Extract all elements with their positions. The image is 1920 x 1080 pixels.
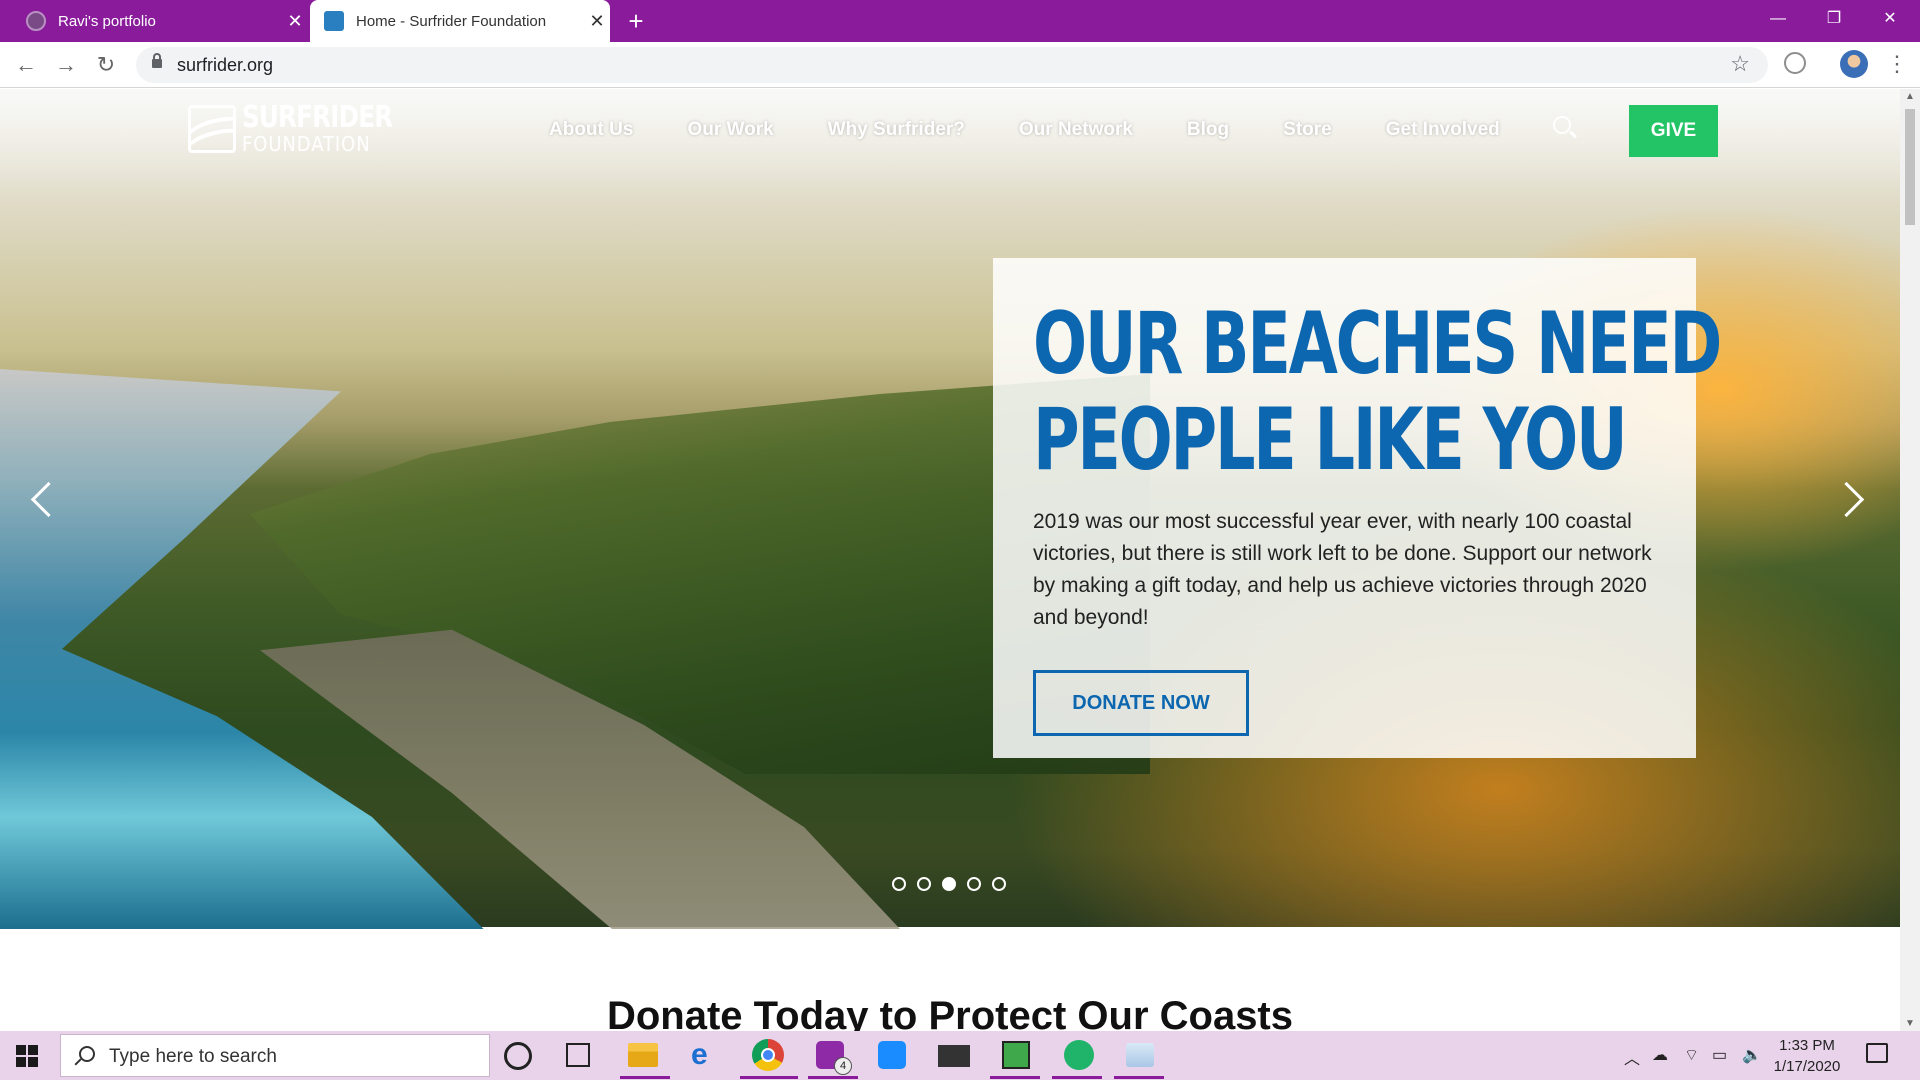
carousel-prev-arrow-icon[interactable] [24, 479, 54, 519]
nav-our-network[interactable]: Our Network [1019, 119, 1133, 141]
carousel-pager [892, 877, 1017, 891]
instagram-badge: 4 [834, 1057, 852, 1075]
wifi-icon[interactable]: ⌔ [1684, 1045, 1699, 1065]
carousel-dot-4[interactable] [967, 877, 981, 891]
scroll-up-icon[interactable]: ▲ [1905, 91, 1915, 102]
wave-logo-icon [188, 105, 236, 153]
scroll-thumb[interactable] [1905, 109, 1915, 225]
donate-now-button[interactable]: DONATE NOW [1033, 670, 1249, 736]
close-icon[interactable]: ✕ [282, 11, 308, 32]
page-scrollbar[interactable]: ▲ ▼ [1900, 89, 1920, 1031]
address-bar[interactable]: surfrider.org ☆ [136, 47, 1768, 83]
cortana-icon[interactable] [504, 1042, 532, 1070]
messenger-icon[interactable] [878, 1041, 906, 1069]
instagram-active-indicator [808, 1076, 858, 1079]
scroll-down-icon[interactable]: ▼ [1905, 1018, 1915, 1029]
slide-body-text: 2019 was our most successful year ever, … [1033, 510, 1652, 629]
browser-toolbar: ← → ↻ surfrider.org ☆ ⋮ [0, 42, 1920, 88]
task-view-icon[interactable] [566, 1043, 590, 1067]
minimize-icon[interactable]: — [1750, 0, 1806, 38]
slide-card: OUR BEACHES NEED PEOPLE LIKE YOU 2019 was… [993, 258, 1722, 758]
weather-active-indicator [1114, 1076, 1164, 1079]
battery-icon[interactable]: ▭ [1712, 1045, 1727, 1065]
slide-heading: OUR BEACHES NEED PEOPLE LIKE YOU [1033, 296, 1722, 490]
give-button[interactable]: GIVE [1629, 105, 1718, 157]
clock-time[interactable]: 1:33 PM [1768, 1037, 1846, 1054]
url-text[interactable]: surfrider.org [177, 55, 273, 76]
tab-title: Ravi's portfolio [58, 12, 156, 30]
onedrive-cloud-icon[interactable]: ☁ [1652, 1045, 1668, 1065]
image-editor-icon[interactable] [1002, 1041, 1030, 1069]
instagram-icon[interactable]: 4 [816, 1041, 852, 1075]
bookmark-star-icon[interactable]: ☆ [1730, 51, 1750, 77]
section-title: Donate Today to Protect Our Coasts [606, 994, 1293, 1031]
search-icon [79, 1046, 95, 1062]
main-nav: About Us Our Work Why Surfrider? Our Net… [549, 119, 1554, 141]
chevron-up-icon[interactable]: ︿ [1624, 1045, 1640, 1069]
close-icon[interactable]: ✕ [584, 11, 610, 32]
nav-why-surfrider[interactable]: Why Surfrider? [828, 119, 965, 141]
reload-icon[interactable]: ↻ [92, 51, 120, 79]
tab-title: Home - Surfrider Foundation [356, 12, 547, 30]
nav-about-us[interactable]: About Us [549, 119, 633, 141]
chrome-active-indicator [740, 1076, 798, 1079]
new-tab-plus-icon[interactable]: + [620, 6, 652, 38]
taskbar-search-box[interactable]: Type here to search [60, 1034, 490, 1077]
weather-icon[interactable] [1126, 1043, 1154, 1067]
forward-arrow-icon[interactable]: → [52, 51, 80, 79]
tab-surfrider[interactable]: Home - Surfrider Foundation ✕ [310, 0, 610, 42]
action-center-icon[interactable] [1866, 1043, 1888, 1063]
atom-active-indicator [1052, 1076, 1102, 1079]
slide-heading-line1: OUR BEACHES NEED [1033, 294, 1722, 394]
globe-extension-icon[interactable] [1784, 52, 1806, 74]
windows-start-icon[interactable] [16, 1045, 38, 1067]
windows-taskbar: Type here to search e 4 ︿ ☁ ⌔ ▭ 🔈 1:33 P… [0, 1031, 1920, 1080]
hero-carousel: SURFRIDER FOUNDATION About Us Our Work W… [0, 89, 1900, 929]
nav-get-involved[interactable]: Get Involved [1386, 119, 1500, 141]
file-explorer-icon[interactable] [628, 1043, 658, 1067]
portfolio-favicon-icon [26, 11, 46, 31]
search-icon[interactable] [1553, 116, 1571, 134]
page-viewport: SURFRIDER FOUNDATION About Us Our Work W… [0, 89, 1900, 1031]
tab-ravis-portfolio[interactable]: Ravi's portfolio ✕ [12, 0, 308, 42]
carousel-dot-3[interactable] [942, 877, 956, 891]
carousel-dot-1[interactable] [892, 877, 906, 891]
file-explorer-active-indicator [620, 1076, 670, 1079]
surfrider-favicon-icon [324, 11, 344, 31]
volume-icon[interactable]: 🔈 [1742, 1045, 1762, 1065]
browser-tab-strip: Ravi's portfolio ✕ Home - Surfrider Foun… [0, 0, 1920, 42]
carousel-dot-5[interactable] [992, 877, 1006, 891]
carousel-dot-2[interactable] [917, 877, 931, 891]
logo-text-line1: SURFRIDER [242, 100, 393, 135]
taskbar-search-placeholder: Type here to search [109, 1046, 277, 1067]
image-editor-active-indicator [990, 1076, 1040, 1079]
nav-blog[interactable]: Blog [1187, 119, 1229, 141]
profile-avatar[interactable] [1840, 50, 1868, 78]
edge-icon[interactable]: e [691, 1039, 723, 1071]
logo-text-line2: FOUNDATION [242, 132, 371, 156]
nav-store[interactable]: Store [1283, 119, 1332, 141]
nav-our-work[interactable]: Our Work [687, 119, 773, 141]
atom-icon[interactable] [1064, 1040, 1094, 1070]
carousel-next-arrow-icon[interactable] [1836, 479, 1866, 519]
surfrider-logo[interactable]: SURFRIDER FOUNDATION [188, 103, 393, 156]
restore-icon[interactable]: ❐ [1806, 0, 1862, 38]
mail-icon[interactable] [938, 1045, 970, 1067]
chrome-menu-icon[interactable]: ⋮ [1886, 48, 1908, 80]
window-close-icon[interactable]: ✕ [1862, 0, 1918, 38]
slide-heading-line2: PEOPLE LIKE YOU [1033, 390, 1628, 490]
lock-icon [152, 53, 162, 68]
site-header: SURFRIDER FOUNDATION About Us Our Work W… [0, 89, 1900, 199]
clock-date[interactable]: 1/17/2020 [1768, 1058, 1846, 1075]
back-arrow-icon[interactable]: ← [12, 51, 40, 79]
chrome-icon[interactable] [752, 1039, 784, 1071]
